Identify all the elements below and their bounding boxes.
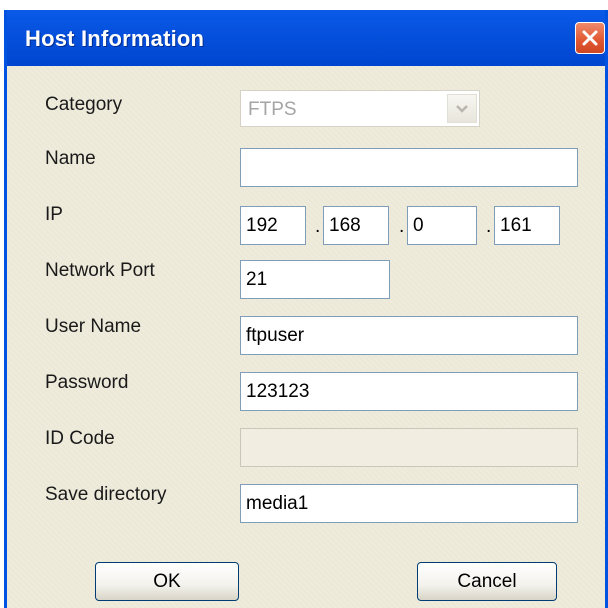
password-label: Password <box>45 372 129 393</box>
category-label: Category <box>45 94 123 115</box>
user-name-label: User Name <box>45 316 142 337</box>
ip-octet-3[interactable] <box>407 206 477 245</box>
ip-label: IP <box>45 204 63 225</box>
ip-separator-1: . <box>315 216 321 237</box>
ip-octet-2[interactable] <box>323 206 389 245</box>
chevron-down-icon <box>456 104 468 113</box>
save-directory-field[interactable] <box>240 484 578 523</box>
host-information-dialog: Host Information Category FTPS Name IP . <box>4 10 608 608</box>
dialog-body: Category FTPS Name IP . . . Network Port… <box>7 66 605 608</box>
password-field[interactable] <box>240 372 578 411</box>
ip-separator-2: . <box>399 216 405 237</box>
id-code-label: ID Code <box>45 428 115 449</box>
name-label: Name <box>45 148 96 169</box>
ip-octet-1[interactable] <box>240 206 306 245</box>
close-button[interactable] <box>575 22 605 54</box>
category-select: FTPS <box>240 90 480 127</box>
name-field[interactable] <box>240 148 578 187</box>
ip-octet-4[interactable] <box>494 206 560 245</box>
category-value: FTPS <box>248 99 297 120</box>
category-dropdown-button <box>447 94 477 123</box>
title-bar[interactable]: Host Information <box>7 10 605 66</box>
cancel-button[interactable]: Cancel <box>417 562 557 601</box>
close-icon <box>582 30 598 46</box>
id-code-field <box>240 428 578 467</box>
ok-button[interactable]: OK <box>95 562 239 601</box>
network-port-field[interactable] <box>240 260 390 299</box>
user-name-field[interactable] <box>240 316 578 355</box>
dialog-title: Host Information <box>25 26 205 51</box>
network-port-label: Network Port <box>45 260 155 281</box>
ip-separator-3: . <box>486 216 492 237</box>
save-directory-label: Save directory <box>45 484 167 505</box>
